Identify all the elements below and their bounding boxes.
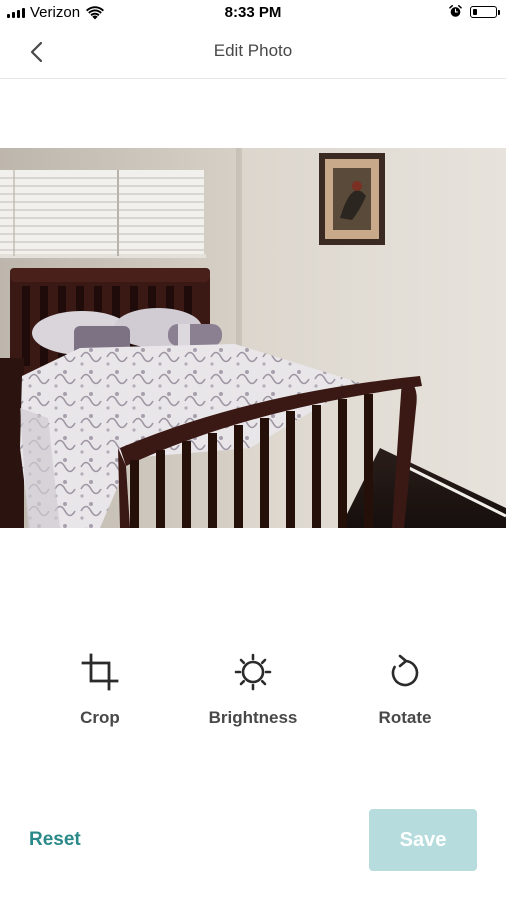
battery-icon	[470, 5, 500, 18]
alarm-clock-icon	[449, 5, 462, 17]
bedroom-photo	[0, 148, 506, 528]
rotate-label: Rotate	[378, 708, 432, 727]
brightness-icon	[234, 653, 272, 691]
reset-button[interactable]: Reset	[29, 829, 81, 851]
crop-tool-button[interactable]: Crop	[40, 652, 160, 728]
navigation-bar: Edit Photo	[0, 26, 506, 79]
photo-preview	[0, 148, 506, 528]
status-bar: Verizon 8:33 PM	[0, 0, 506, 26]
brightness-label: Brightness	[208, 708, 298, 727]
page-title: Edit Photo	[213, 41, 293, 60]
status-time: 8:33 PM	[224, 4, 282, 21]
rotate-tool-button[interactable]: Rotate	[345, 652, 465, 728]
battery-level	[473, 8, 477, 15]
brightness-tool-button[interactable]: Brightness	[193, 652, 313, 728]
save-button[interactable]: Save	[369, 809, 477, 871]
rotate-icon	[391, 654, 419, 687]
crop-label: Crop	[80, 708, 120, 727]
crop-icon	[81, 653, 119, 691]
status-right	[449, 5, 500, 18]
